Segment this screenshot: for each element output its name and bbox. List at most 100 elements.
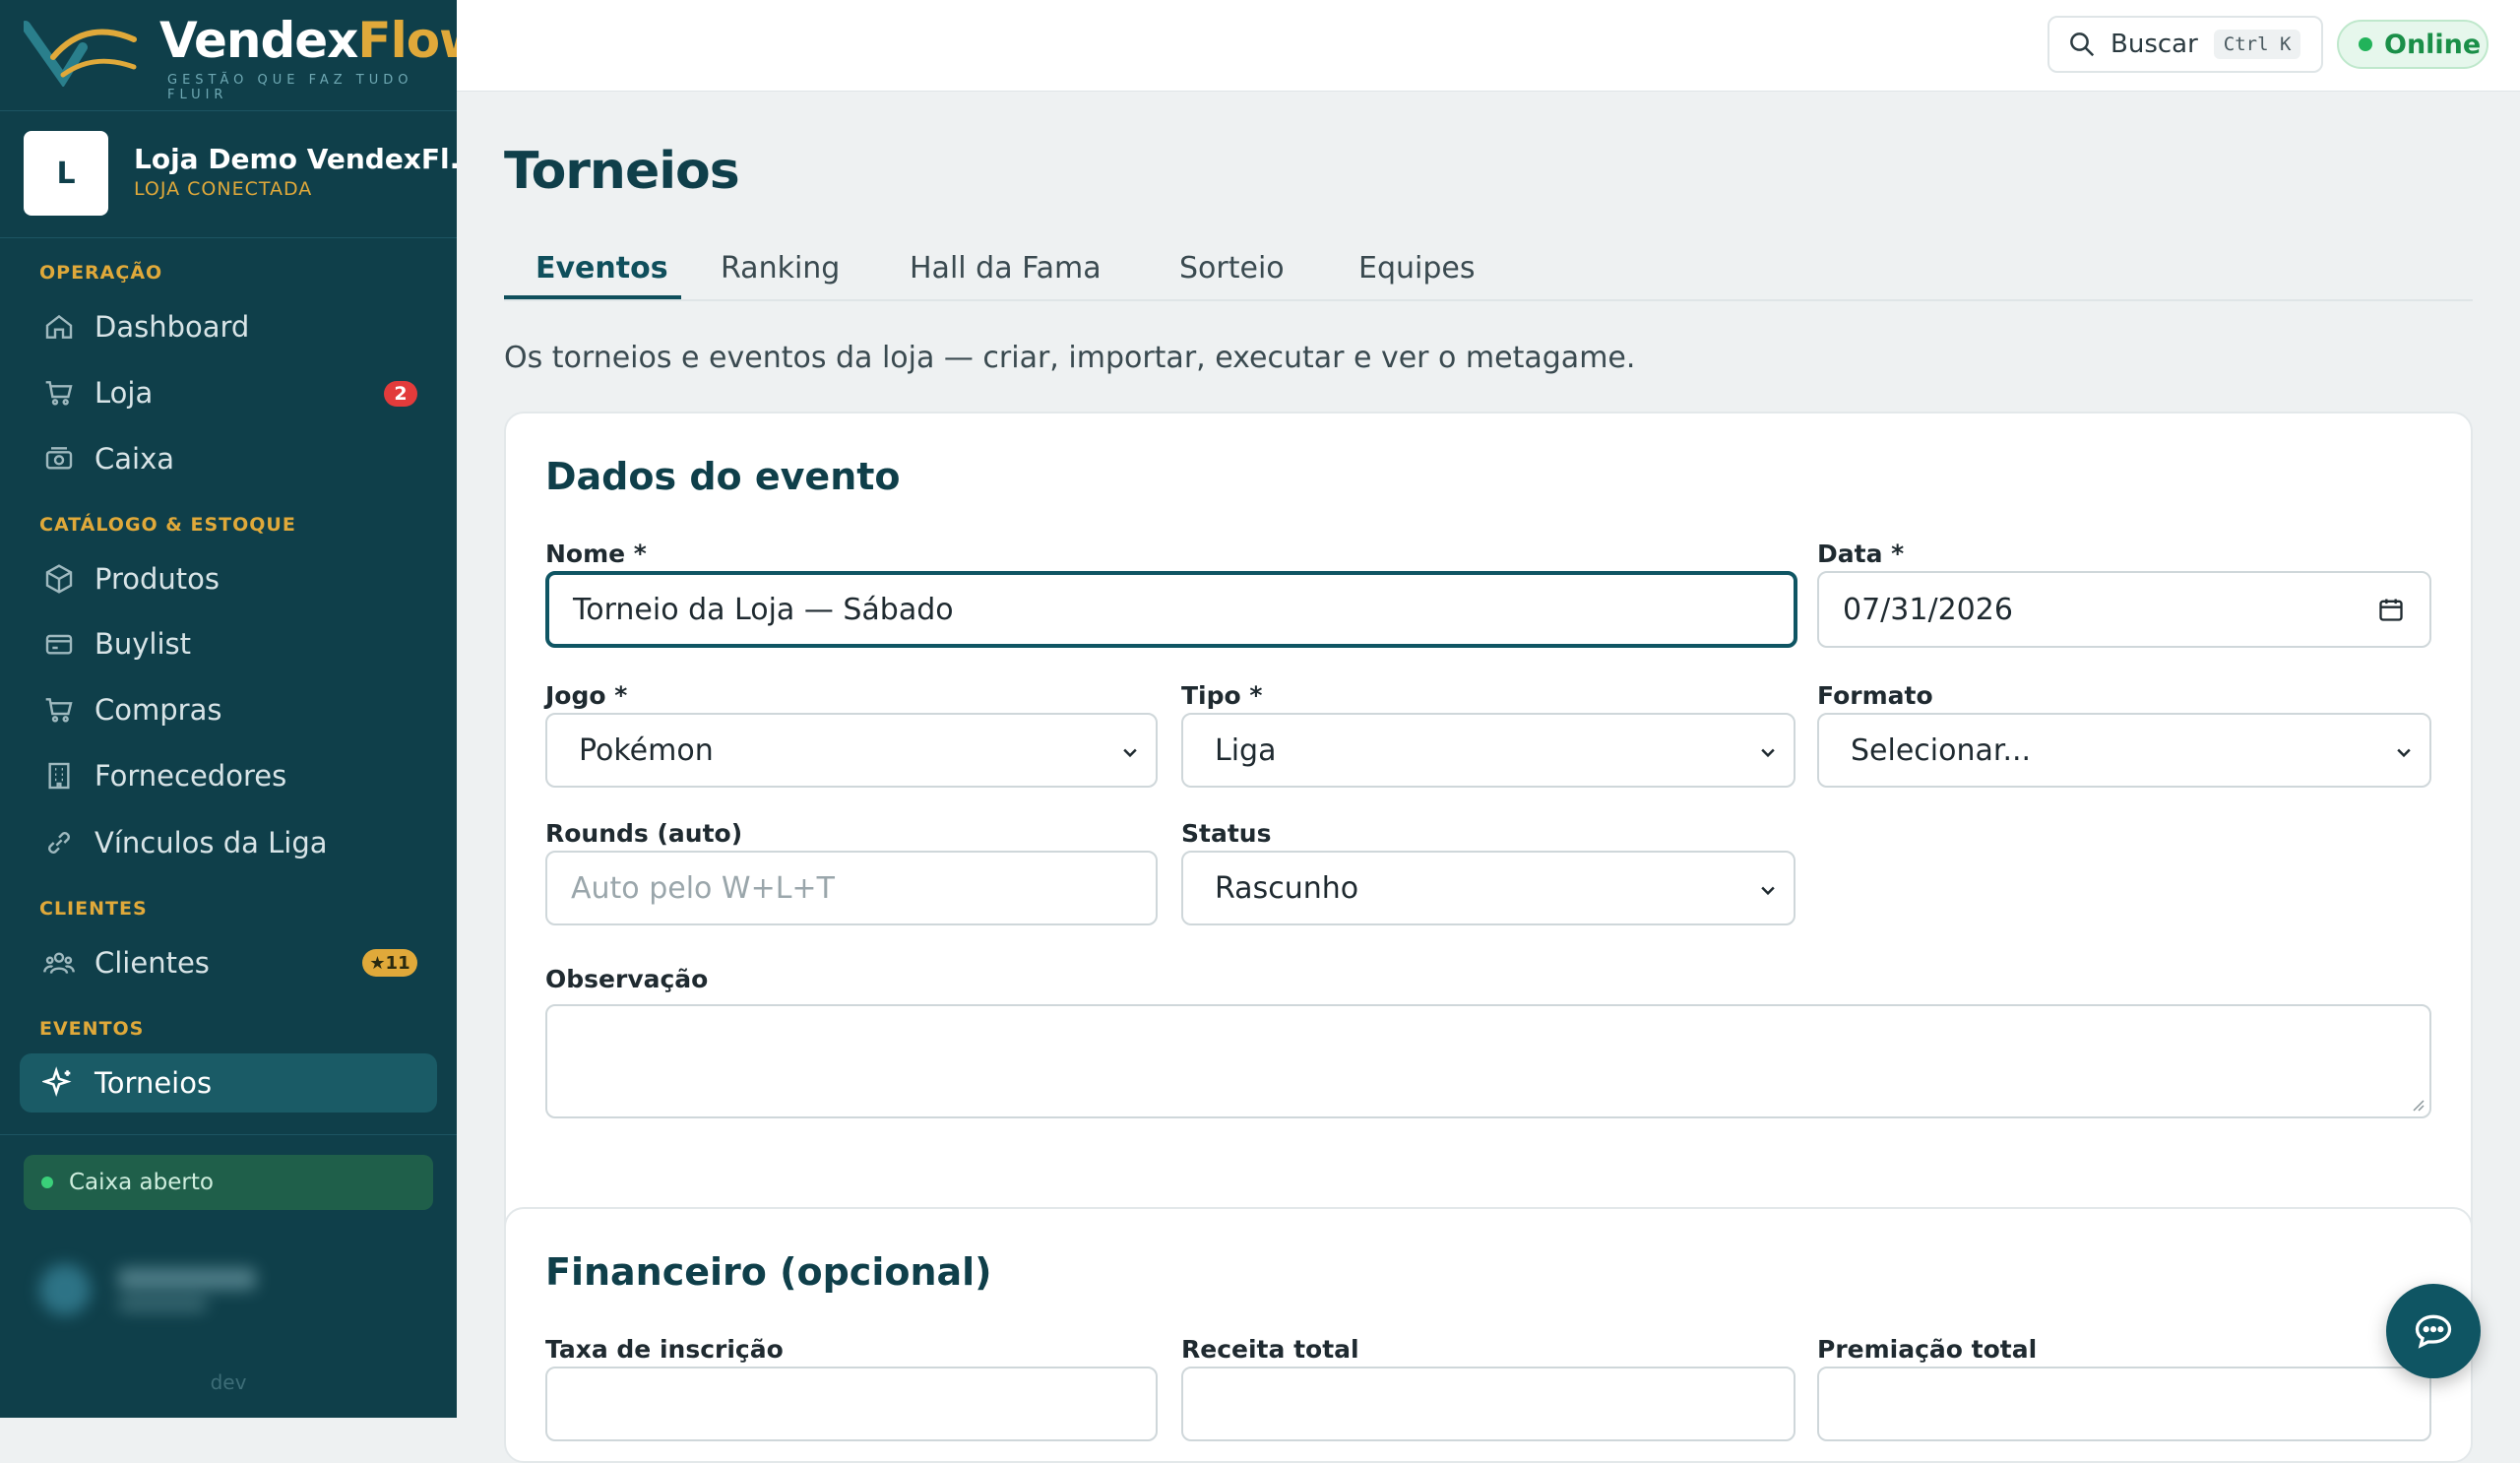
data-input[interactable]: 07/31/2026 (1817, 571, 2431, 648)
data-label: Data * (1817, 540, 1905, 568)
store-status: LOJA CONECTADA (134, 178, 313, 200)
observacao-textarea[interactable] (545, 1004, 2431, 1118)
receita-label: Receita total (1181, 1335, 1359, 1364)
status-dot (41, 1177, 53, 1188)
premiacao-label: Premiação total (1817, 1335, 2038, 1364)
sidebar-item-loja[interactable]: Loja 2 (20, 363, 437, 422)
online-label: Online (2384, 29, 2482, 60)
formato-value: Selecionar... (1851, 732, 2032, 768)
chat-bubble-icon (2415, 1314, 2452, 1349)
brand-logo[interactable]: VendexFlow GESTÃO QUE FAZ TUDO FLUIR (24, 12, 457, 102)
tab-ranking[interactable]: Ranking (721, 236, 840, 299)
nome-label: Nome * (545, 540, 647, 568)
chevron-down-icon (1756, 740, 1780, 764)
nome-input[interactable]: Torneio da Loja — Sábado (545, 571, 1797, 648)
tipo-label: Tipo * (1181, 681, 1263, 710)
section-clientes: CLIENTES (39, 898, 148, 920)
search-shortcut: Ctrl K (2213, 30, 2301, 59)
status-label: Status (1181, 819, 1272, 848)
section-catalogo: CATÁLOGO & ESTOQUE (39, 514, 296, 536)
search-label: Buscar (2110, 30, 2198, 59)
tab-equipes[interactable]: Equipes (1358, 236, 1475, 299)
link-icon (39, 823, 79, 862)
online-status-badge: Online (2337, 20, 2488, 69)
sidebar-item-fornecedores[interactable]: Fornecedores (20, 746, 437, 805)
jogo-value: Pokémon (579, 732, 714, 768)
store-name: Loja Demo VendexFl... (134, 143, 457, 175)
card-title: Dados do evento (545, 455, 901, 498)
calendar-icon[interactable] (2376, 595, 2406, 624)
tab-hall-da-fama[interactable]: Hall da Fama (910, 236, 1102, 299)
sidebar-item-label: Caixa (94, 442, 175, 476)
cart-icon (39, 373, 79, 413)
sidebar-item-torneios[interactable]: Torneios (20, 1053, 437, 1113)
sidebar-item-caixa[interactable]: Caixa (20, 429, 437, 488)
top-bar: Buscar Ctrl K Online (457, 0, 2520, 92)
tipo-value: Liga (1215, 732, 1277, 768)
sparkle-icon (39, 1063, 79, 1103)
wallet-icon (39, 624, 79, 664)
finance-card: Financeiro (opcional) Taxa de inscrição … (504, 1207, 2473, 1463)
sidebar-item-buylist[interactable]: Buylist (20, 614, 437, 673)
sidebar-item-label: Torneios (94, 1066, 213, 1100)
taxa-label: Taxa de inscrição (545, 1335, 784, 1364)
sidebar-item-label: Clientes (94, 946, 210, 980)
sidebar-item-label: Loja (94, 376, 154, 410)
status-select[interactable]: Rascunho (1181, 851, 1796, 925)
taxa-input[interactable] (545, 1367, 1158, 1441)
section-eventos: EVENTOS (39, 1018, 145, 1040)
environment-label: dev (210, 1370, 247, 1394)
building-icon (39, 756, 79, 795)
chevron-down-icon (1118, 740, 1142, 764)
brand-tagline: GESTÃO QUE FAZ TUDO FLUIR (167, 73, 413, 102)
formato-label: Formato (1817, 681, 1933, 710)
cash-register-icon (39, 439, 79, 478)
main-content: Torneios Eventos Ranking Hall da Fama So… (457, 91, 2520, 1463)
formato-select[interactable]: Selecionar... (1817, 713, 2431, 788)
sidebar-item-label: Produtos (94, 562, 220, 596)
active-tab-indicator (504, 295, 681, 299)
online-dot (2359, 37, 2372, 51)
sidebar-item-label: Compras (94, 693, 222, 727)
user-profile-blurred[interactable] (24, 1250, 433, 1329)
sidebar-item-label: Vínculos da Liga (94, 826, 328, 859)
data-value: 07/31/2026 (1843, 592, 2013, 627)
page-title: Torneios (504, 142, 740, 201)
sidebar-item-label: Dashboard (94, 310, 250, 344)
sidebar: VendexFlow GESTÃO QUE FAZ TUDO FLUIR L L… (0, 0, 457, 1418)
home-icon (39, 307, 79, 347)
sidebar-item-dashboard[interactable]: Dashboard (20, 297, 437, 356)
card-title: Financeiro (opcional) (545, 1250, 992, 1294)
tabs: Eventos Ranking Hall da Fama Sorteio Equ… (504, 236, 2473, 301)
sidebar-item-vinculos-liga[interactable]: Vínculos da Liga (20, 813, 437, 872)
observacao-label: Observação (545, 965, 709, 993)
receita-input[interactable] (1181, 1367, 1796, 1441)
users-icon (39, 943, 79, 983)
resize-grip-icon[interactable] (2410, 1097, 2426, 1113)
sidebar-item-produtos[interactable]: Produtos (20, 549, 437, 608)
rounds-input[interactable]: Auto pelo W+L+T (545, 851, 1158, 925)
tipo-select[interactable]: Liga (1181, 713, 1796, 788)
search-button[interactable]: Buscar Ctrl K (2048, 16, 2323, 73)
chat-button[interactable] (2386, 1284, 2481, 1378)
brand-name: VendexFlow (159, 12, 457, 69)
box-icon (39, 559, 79, 599)
store-avatar: L (24, 131, 108, 216)
sidebar-item-compras[interactable]: Compras (20, 680, 437, 739)
cart-icon (39, 690, 79, 730)
tab-eventos[interactable]: Eventos (536, 236, 668, 299)
cash-status-label: Caixa aberto (69, 1170, 214, 1195)
sidebar-divider (0, 1134, 457, 1135)
cash-status-pill[interactable]: Caixa aberto (24, 1155, 433, 1210)
search-icon (2065, 28, 2099, 61)
logo-icon (24, 21, 137, 87)
store-selector[interactable]: L Loja Demo VendexFl... LOJA CONECTADA (0, 110, 457, 238)
jogo-label: Jogo * (545, 681, 628, 710)
sidebar-item-clientes[interactable]: Clientes ★11 (20, 933, 437, 992)
tab-sorteio[interactable]: Sorteio (1179, 236, 1285, 299)
sidebar-item-label: Buylist (94, 627, 192, 661)
chevron-down-icon (2392, 740, 2416, 764)
premiacao-input[interactable] (1817, 1367, 2431, 1441)
jogo-select[interactable]: Pokémon (545, 713, 1158, 788)
chevron-down-icon (1756, 878, 1780, 902)
